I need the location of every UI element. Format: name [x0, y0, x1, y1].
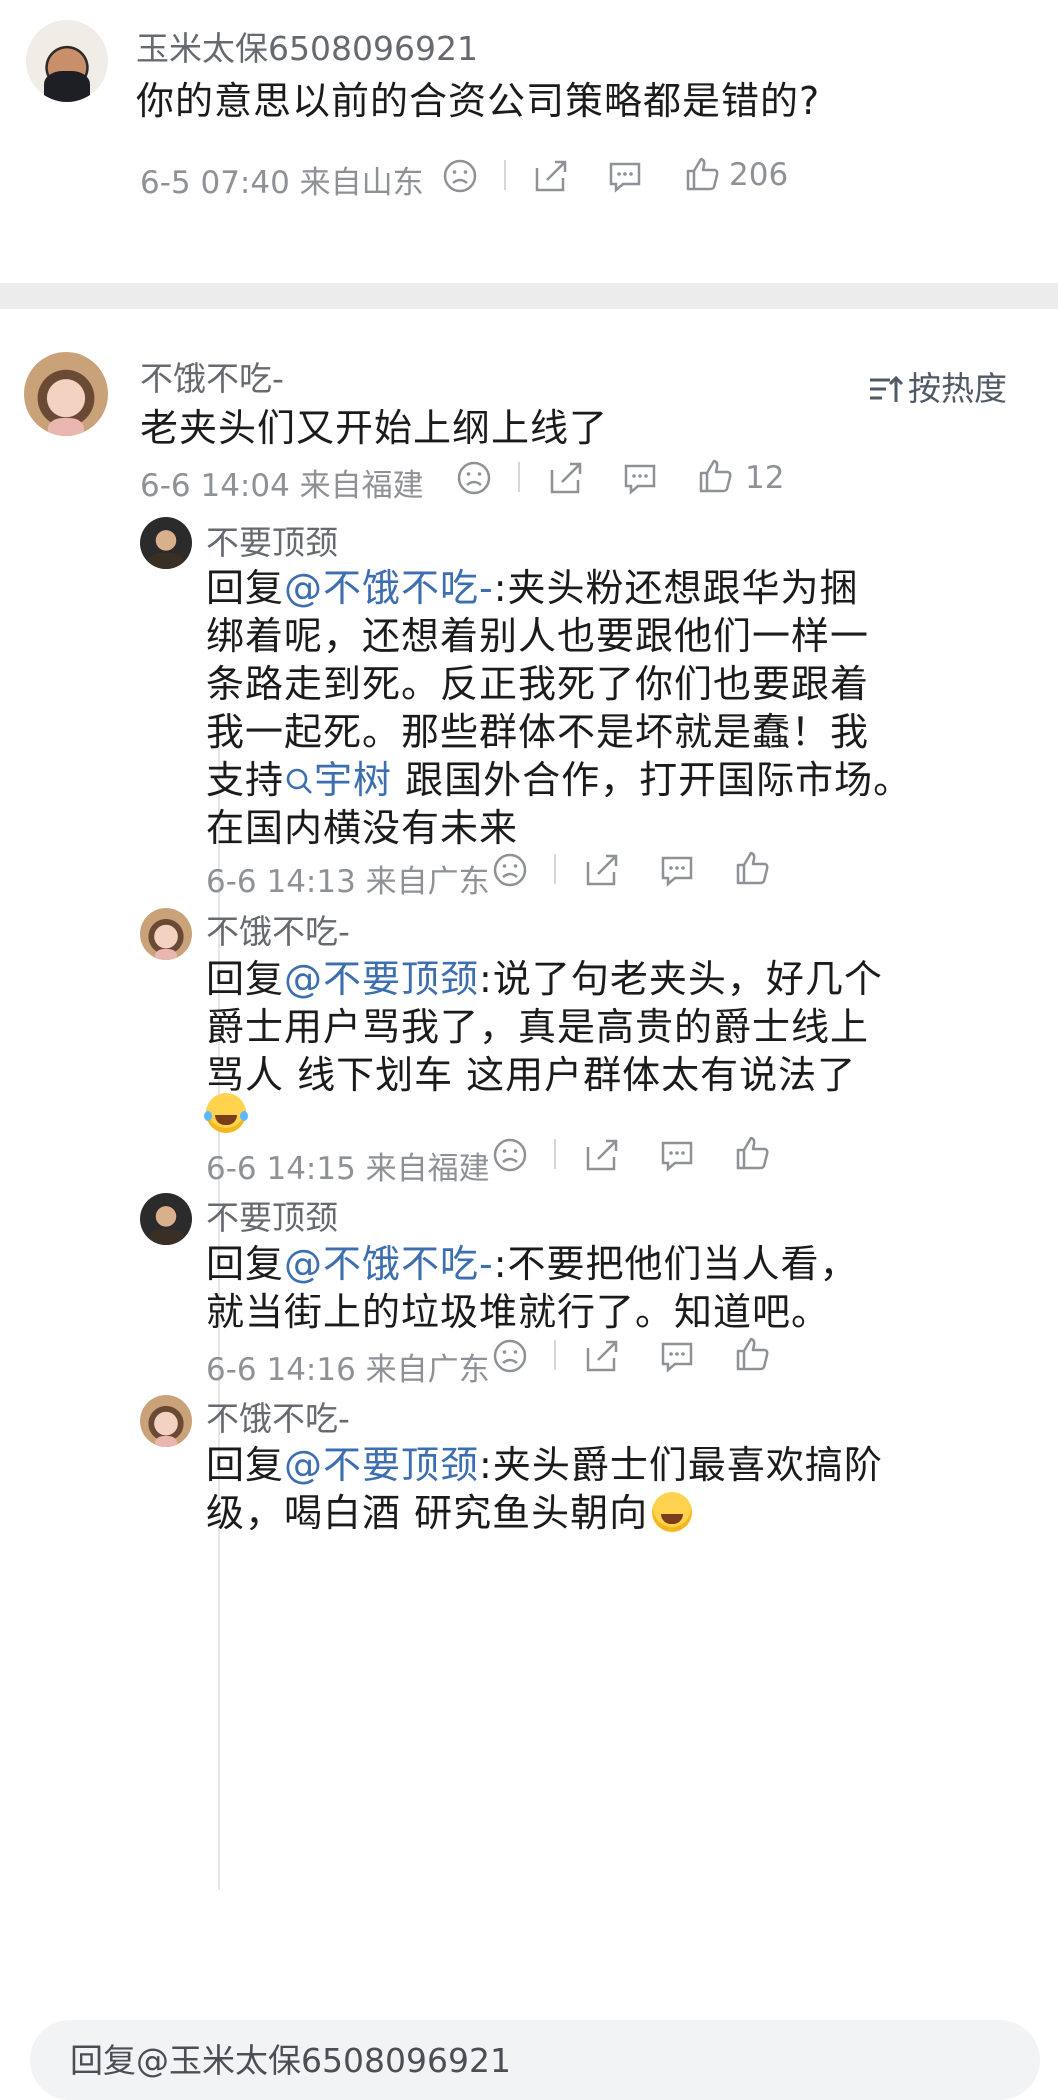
reply-line-text: 级，喝白酒 研究鱼头朝向: [206, 1491, 649, 1535]
like-icon[interactable]: [734, 1135, 770, 1171]
reply-line: 爵士用户骂我了，真是高贵的爵士线上: [206, 1005, 870, 1049]
reply-username[interactable]: 不要顶颈: [206, 1191, 338, 1239]
comment-icon[interactable]: [607, 158, 643, 194]
avatar[interactable]: [24, 352, 108, 436]
share-icon[interactable]: [584, 852, 620, 888]
reply-line: 绑着呢，还想着别人也要跟他们一样一: [206, 614, 870, 658]
reply-meta: 6-6 14:15 来自福建: [206, 1151, 490, 1187]
reply-input[interactable]: 回复@玉米太保6508096921: [30, 2020, 1040, 2100]
reply-username[interactable]: 不饿不吃-: [206, 1392, 350, 1440]
reply-text: 回复@不要顶颈:夹头爵士们最喜欢搞阶: [206, 1434, 883, 1489]
comment-meta: 6-5 07:40 来自山东: [140, 165, 424, 201]
dislike-icon[interactable]: [492, 1137, 528, 1173]
reply-meta: 6-6 14:16 来自广东: [206, 1352, 490, 1388]
reply-input-placeholder: 回复@玉米太保6508096921: [70, 2041, 511, 2080]
reply-text: 回复@不饿不吃-:夹头粉还想跟华为捆: [206, 557, 859, 612]
reply-meta: 6-6 14:13 来自广东: [206, 864, 490, 900]
reply-line: 支持 宇树 跟国外合作，打开国际市场。: [206, 749, 912, 804]
sort-icon: [868, 373, 904, 403]
reply-text: 回复@不要顶颈:说了句老夹头，好几个: [206, 948, 883, 1003]
comment-icon[interactable]: [659, 1338, 695, 1374]
comment-username[interactable]: 玉米太保6508096921: [136, 22, 478, 70]
divider: [554, 854, 556, 884]
avatar[interactable]: [140, 1193, 192, 1245]
dislike-icon[interactable]: [492, 852, 528, 888]
emoji-line: [204, 1092, 248, 1136]
mention-link[interactable]: @不饿不吃-: [284, 566, 494, 610]
section-divider: [0, 283, 1058, 309]
reply-prefix: 回复: [206, 1443, 285, 1487]
share-icon[interactable]: [533, 158, 569, 194]
mention-link[interactable]: @不饿不吃-: [284, 1242, 494, 1286]
divider: [504, 160, 506, 190]
avatar[interactable]: [140, 517, 192, 569]
avatar[interactable]: [26, 20, 108, 102]
divider: [554, 1340, 556, 1370]
reply-line-part: 支持: [206, 758, 285, 802]
reply-prefix: 回复: [206, 566, 285, 610]
mention-link[interactable]: @不要顶颈: [284, 1443, 479, 1487]
comment-icon[interactable]: [659, 852, 695, 888]
reply-line: :夹头爵士们最喜欢搞阶: [479, 1443, 883, 1487]
comment-icon[interactable]: [622, 460, 658, 496]
dislike-icon[interactable]: [442, 158, 478, 194]
comment-text: 你的意思以前的合资公司策略都是错的?: [136, 79, 821, 123]
like-count: 206: [729, 157, 789, 193]
topic-label: 宇树: [314, 758, 393, 802]
reply-prefix: 回复: [206, 1242, 285, 1286]
reply-username[interactable]: 不饿不吃-: [206, 905, 350, 953]
reply-line: 就当街上的垃圾堆就行了。知道吧。: [206, 1290, 831, 1334]
share-icon[interactable]: [584, 1137, 620, 1173]
reply-text: 回复@不饿不吃-:不要把他们当人看，: [206, 1233, 859, 1288]
reply-line: :夹头粉还想跟华为捆: [493, 566, 859, 610]
comment-username[interactable]: 不饿不吃-: [140, 352, 284, 400]
like-icon[interactable]: [697, 458, 733, 494]
divider: [518, 462, 520, 492]
sort-label: 按热度: [908, 369, 1007, 408]
divider: [554, 1139, 556, 1169]
like-icon[interactable]: [734, 850, 770, 886]
reply-line: 在国内横没有未来: [206, 806, 519, 850]
topic-link[interactable]: 宇树: [284, 758, 392, 802]
comment-icon[interactable]: [659, 1137, 695, 1173]
grinning-emoji-icon: [652, 1492, 693, 1532]
comment-text: 老夹头们又开始上纲上线了: [140, 406, 609, 450]
avatar[interactable]: [140, 1395, 192, 1447]
reply-line: 我一起死。那些群体不是坏就是蠢！我: [206, 710, 870, 754]
dislike-icon[interactable]: [492, 1338, 528, 1374]
dislike-icon[interactable]: [456, 460, 492, 496]
reply-line: :不要把他们当人看，: [493, 1242, 859, 1286]
avatar[interactable]: [140, 908, 192, 960]
mention-link[interactable]: @不要顶颈: [284, 957, 479, 1001]
reply-prefix: 回复: [206, 957, 285, 1001]
sort-button[interactable]: 按热度: [868, 362, 1007, 410]
like-count: 12: [745, 460, 785, 496]
search-icon: [286, 768, 312, 794]
reply-line: 条路走到死。反正我死了你们也要跟着: [206, 662, 870, 706]
reply-line: :说了句老夹头，好几个: [479, 957, 883, 1001]
reply-line-part: 跟国外合作，打开国际市场。: [392, 758, 913, 802]
share-icon[interactable]: [548, 460, 584, 496]
share-icon[interactable]: [584, 1338, 620, 1374]
reply-line: 级，喝白酒 研究鱼头朝向: [206, 1482, 693, 1537]
like-icon[interactable]: [684, 156, 720, 192]
comment-meta: 6-6 14:04 来自福建: [140, 468, 424, 504]
laughing-emoji-icon: [204, 1093, 248, 1133]
reply-line: 骂人 线下划车 这用户群体太有说法了: [206, 1053, 857, 1097]
like-icon[interactable]: [734, 1336, 770, 1372]
